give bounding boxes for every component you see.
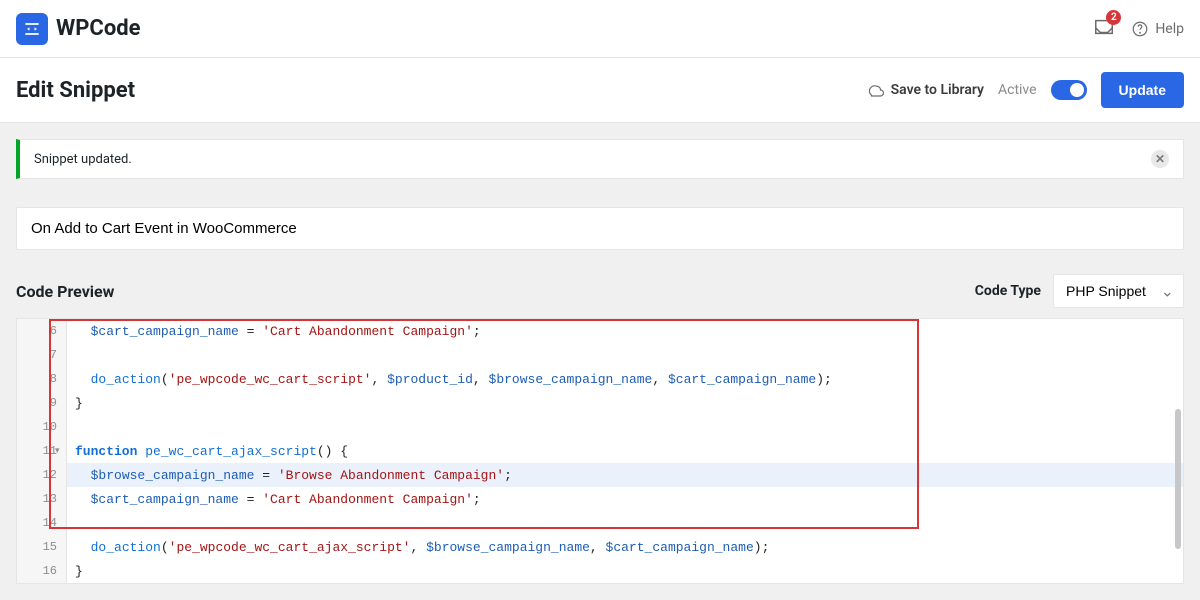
active-label: Active — [998, 82, 1037, 98]
code-line: 14 — [17, 511, 1183, 535]
update-button[interactable]: Update — [1101, 72, 1184, 108]
brand-name: WPCode — [56, 16, 141, 41]
notice-snippet-updated: Snippet updated. ✕ — [16, 139, 1184, 179]
brand-logo-icon — [16, 13, 48, 45]
notice-text: Snippet updated. — [34, 152, 132, 167]
code-line: 10 — [17, 415, 1183, 439]
code-line: 16 } — [17, 559, 1183, 583]
close-icon[interactable]: ✕ — [1151, 150, 1169, 168]
code-line: 8 do_action('pe_wpcode_wc_cart_script', … — [17, 367, 1183, 391]
editor-scrollbar[interactable] — [1175, 409, 1181, 549]
snippet-title-input[interactable] — [16, 207, 1184, 250]
preview-header-row: Code Preview Code Type PHP Snippet ⌄ — [16, 274, 1184, 308]
code-line: 7 — [17, 343, 1183, 367]
code-type-select[interactable]: PHP Snippet — [1053, 274, 1184, 308]
content-area: Snippet updated. ✕ Code Preview Code Typ… — [0, 123, 1200, 600]
code-type-label: Code Type — [975, 283, 1041, 299]
code-preview-label: Code Preview — [16, 282, 114, 301]
active-toggle[interactable] — [1051, 80, 1087, 100]
notifications-button[interactable]: 2 — [1093, 16, 1115, 42]
save-to-library-button[interactable]: Save to Library — [867, 81, 984, 99]
header-bar: Edit Snippet Save to Library Active Upda… — [0, 58, 1200, 123]
brand: WPCode — [16, 13, 141, 45]
code-line: 13 $cart_campaign_name = 'Cart Abandonme… — [17, 487, 1183, 511]
code-type-wrap: Code Type PHP Snippet ⌄ — [975, 274, 1184, 308]
code-line: 9 } — [17, 391, 1183, 415]
save-to-library-label: Save to Library — [891, 82, 984, 98]
code-line: 6 $cart_campaign_name = 'Cart Abandonmen… — [17, 319, 1183, 343]
help-label: Help — [1155, 21, 1184, 37]
code-editor[interactable]: 6 $cart_campaign_name = 'Cart Abandonmen… — [16, 318, 1184, 584]
code-line: 12 $browse_campaign_name = 'Browse Aband… — [17, 463, 1183, 487]
fold-icon[interactable]: ▾ — [55, 446, 65, 456]
help-button[interactable]: Help — [1131, 20, 1184, 38]
topbar-right: 2 Help — [1093, 16, 1184, 42]
code-line: ▾ 11 function pe_wc_cart_ajax_script() { — [17, 439, 1183, 463]
header-actions: Save to Library Active Update — [867, 72, 1184, 108]
page-title: Edit Snippet — [16, 78, 135, 103]
code-line: 15 do_action('pe_wpcode_wc_cart_ajax_scr… — [17, 535, 1183, 559]
notifications-badge: 2 — [1106, 10, 1121, 25]
top-bar: WPCode 2 Help — [0, 0, 1200, 58]
